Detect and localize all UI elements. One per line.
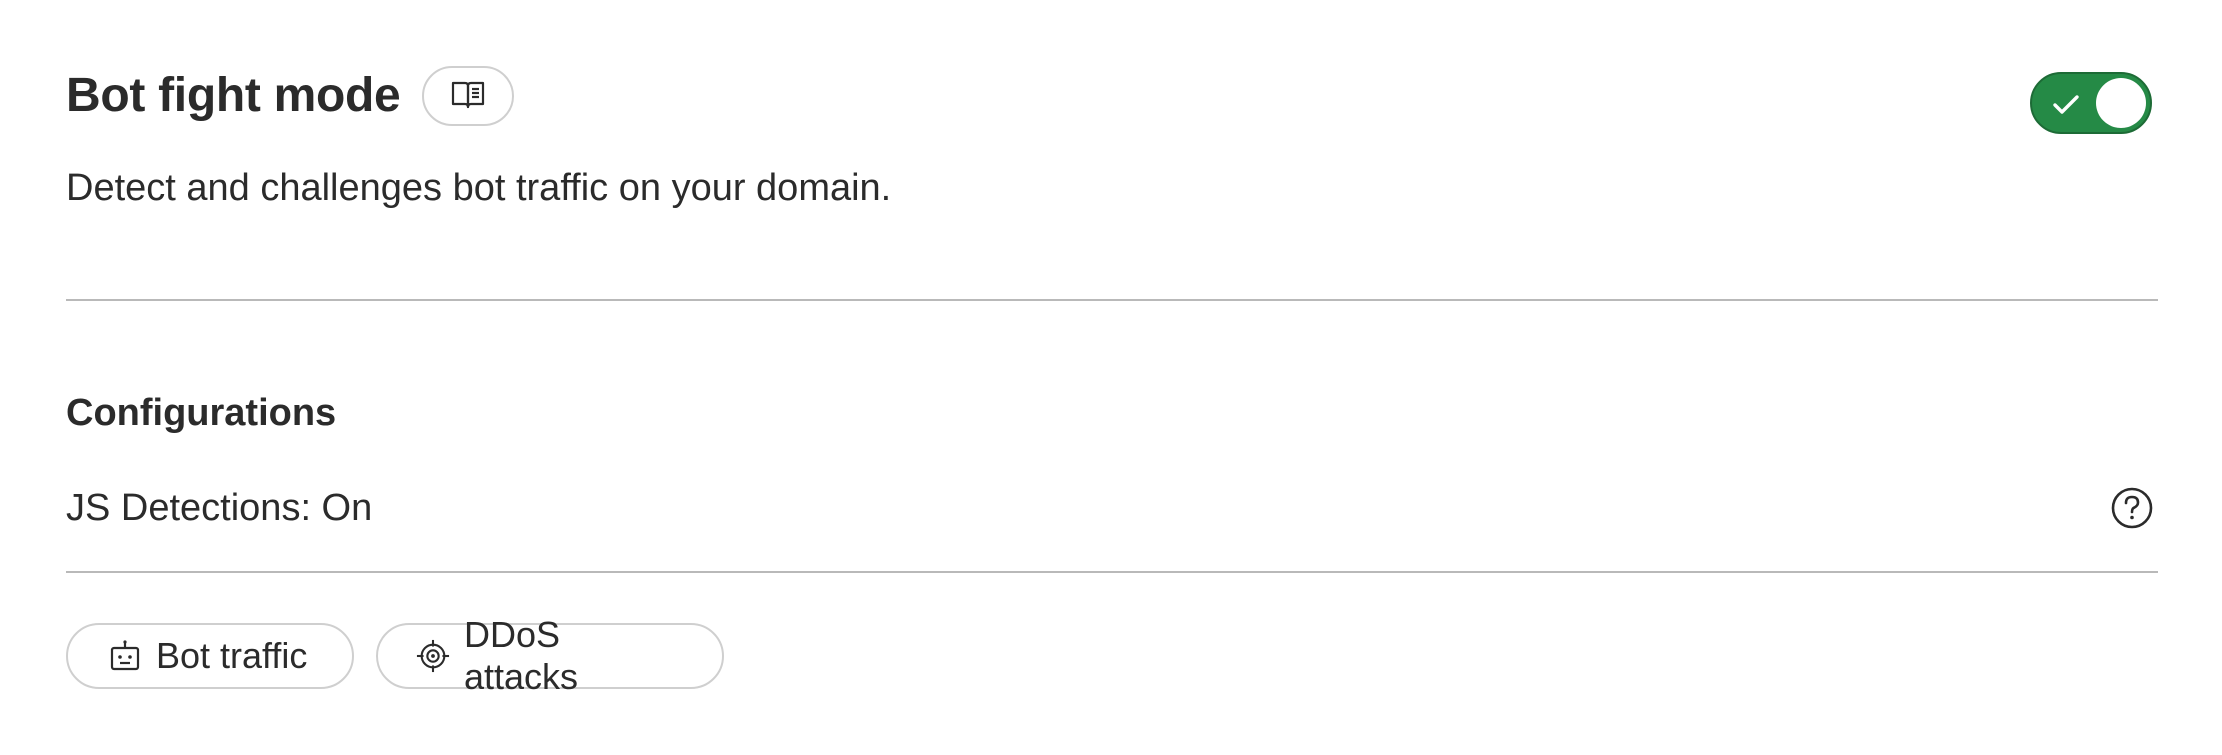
divider [66,299,2158,301]
check-icon [2050,88,2082,120]
tag-label: DDoS attacks [464,614,579,697]
tag-bot-traffic[interactable]: Bot traffic [66,623,354,689]
page-title: Bot fight mode [66,69,401,122]
question-circle-icon[interactable] [2110,486,2154,530]
js-detections-status: JS Detections: On [66,487,373,529]
js-detections-row: JS Detections: On [66,478,2158,538]
bot-fight-mode-card: Bot fight mode Detect and challenges bot… [66,0,2158,755]
related-tags: Bot traffic DDoS attacks [66,614,724,697]
toggle-knob [2096,78,2146,128]
documentation-button[interactable] [422,66,515,126]
configurations-heading: Configurations [66,392,337,434]
feature-description: Detect and challenges bot traffic on you… [66,167,892,209]
bot-fight-mode-toggle[interactable] [2030,72,2152,134]
tag-label: Bot traffic [156,635,308,676]
crosshair-target-icon [416,639,450,673]
book-open-icon [451,78,485,115]
divider [66,571,2158,573]
tag-ddos-attacks[interactable]: DDoS attacks [376,614,724,697]
header-row: Bot fight mode [66,64,515,128]
robot-icon [108,639,142,673]
